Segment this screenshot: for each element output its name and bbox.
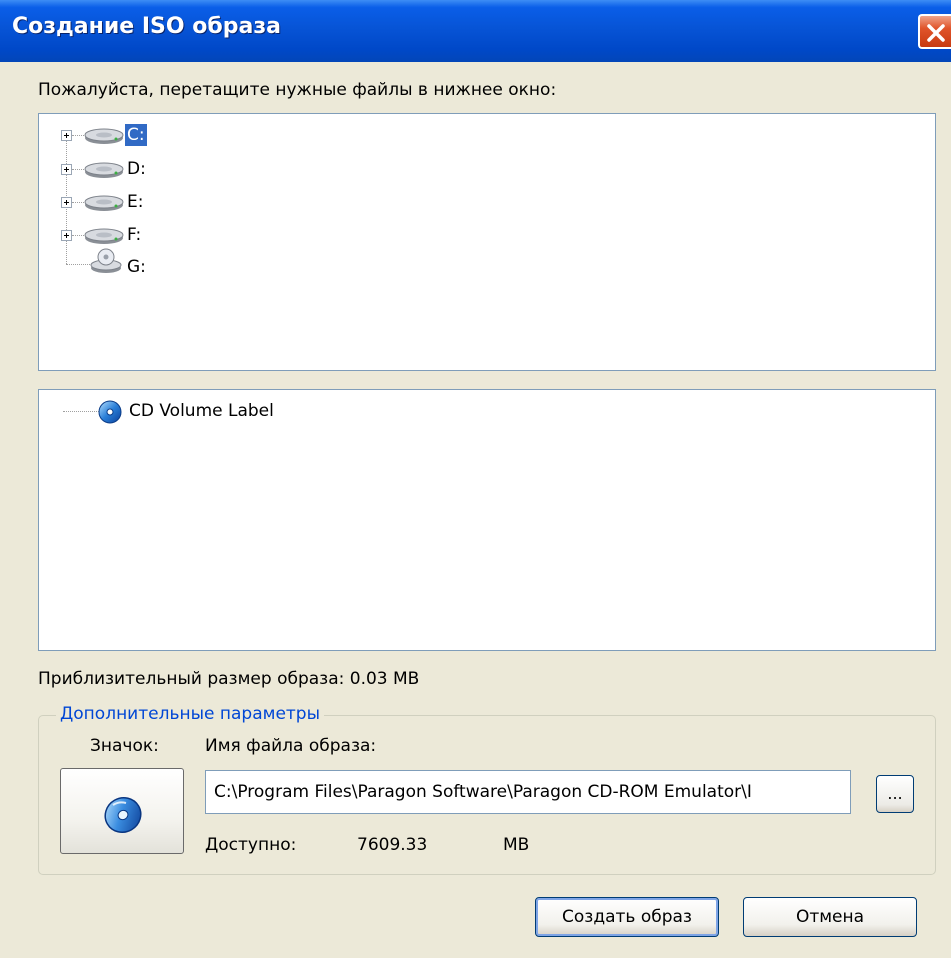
cd-disc-icon bbox=[104, 796, 142, 834]
hard-drive-icon bbox=[84, 128, 124, 144]
drive-label-g[interactable]: G: bbox=[125, 256, 148, 278]
window-title: Создание ISO образа bbox=[12, 14, 281, 39]
expand-toggle[interactable] bbox=[61, 197, 72, 208]
title-bar: Создание ISO образа bbox=[0, 0, 951, 62]
hard-drive-icon bbox=[84, 162, 124, 178]
cd-disc-icon bbox=[98, 400, 122, 424]
create-image-button[interactable]: Создать образ bbox=[535, 897, 719, 937]
cd-drive-icon bbox=[90, 248, 122, 273]
browse-button[interactable]: ... bbox=[876, 775, 914, 813]
hard-drive-icon bbox=[84, 195, 124, 211]
drive-tree-panel[interactable]: C: D: E: F: G: bbox=[38, 113, 936, 371]
instruction-text: Пожалуйста, перетащите нужные файлы в ни… bbox=[38, 80, 557, 100]
tree-connector bbox=[66, 264, 90, 265]
drive-label-f[interactable]: F: bbox=[125, 224, 143, 246]
iso-contents-panel[interactable]: CD Volume Label bbox=[38, 389, 936, 651]
image-filename-input[interactable] bbox=[205, 770, 851, 814]
drive-label-d[interactable]: D: bbox=[125, 158, 148, 180]
expand-toggle[interactable] bbox=[61, 130, 72, 141]
available-unit: MB bbox=[503, 835, 530, 855]
image-size-text: Приблизительный размер образа: 0.03 MB bbox=[38, 669, 420, 689]
iso-root-label[interactable]: CD Volume Label bbox=[127, 400, 276, 422]
drive-label-e[interactable]: E: bbox=[125, 191, 145, 213]
close-button[interactable] bbox=[918, 14, 951, 49]
available-label: Доступно: bbox=[205, 835, 297, 855]
drive-label-c[interactable]: C: bbox=[125, 124, 147, 146]
cancel-button[interactable]: Отмена bbox=[743, 897, 917, 937]
icon-select-button[interactable] bbox=[60, 768, 184, 854]
expand-toggle[interactable] bbox=[61, 230, 72, 241]
expand-toggle[interactable] bbox=[61, 164, 72, 175]
hard-drive-icon bbox=[84, 228, 124, 244]
options-legend: Дополнительные параметры bbox=[56, 704, 325, 724]
filename-label: Имя файла образа: bbox=[205, 736, 377, 756]
available-value: 7609.33 bbox=[357, 835, 428, 855]
close-icon bbox=[927, 24, 945, 42]
tree-connector bbox=[63, 411, 99, 412]
icon-label: Значок: bbox=[90, 736, 159, 756]
